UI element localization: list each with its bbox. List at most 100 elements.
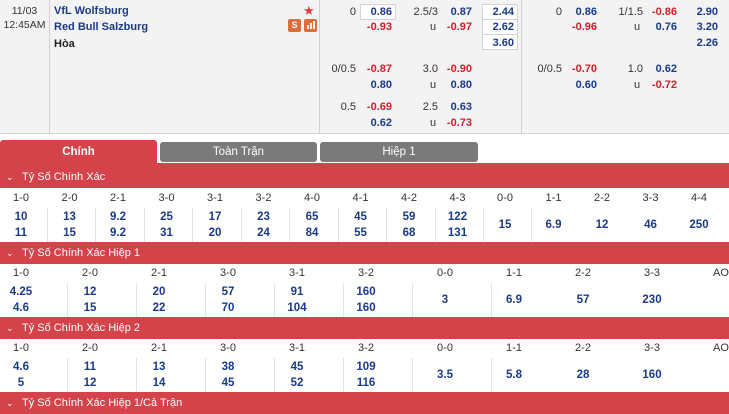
odds-draw[interactable]: 5.8 — [489, 369, 539, 381]
odds-value[interactable]: 0.62 — [645, 63, 677, 75]
odds-home[interactable]: 12 — [65, 286, 115, 298]
section-header-correct-score-h1[interactable]: ⌄ Tỷ Số Chính Xác Hiệp 1 — [0, 242, 729, 264]
odds-draw[interactable]: 57 — [558, 294, 608, 306]
odds-home[interactable]: 160 — [341, 286, 391, 298]
odds-home[interactable]: 20 — [134, 286, 184, 298]
odds-value[interactable]: -0.93 — [360, 21, 392, 33]
odds-home[interactable]: 11 — [65, 361, 115, 373]
odds-away[interactable]: 31 — [142, 227, 192, 239]
odds-home[interactable]: 10 — [0, 211, 46, 223]
odds-away[interactable]: 70 — [203, 302, 253, 314]
odds-value[interactable]: 0.62 — [360, 117, 392, 129]
odds-away[interactable]: 14 — [134, 377, 184, 389]
section-header-correct-score[interactable]: ⌄ Tỷ Số Chính Xác — [0, 166, 729, 188]
odds-away[interactable]: 68 — [384, 227, 434, 239]
odds-away[interactable]: 5 — [0, 377, 46, 389]
odds-value[interactable]: 2.26 — [686, 37, 718, 49]
odds-value[interactable]: -0.87 — [360, 63, 392, 75]
odds-away[interactable]: 15 — [65, 302, 115, 314]
odds-away[interactable]: 20 — [190, 227, 240, 239]
tab-main[interactable]: Chính — [0, 140, 157, 164]
odds-value[interactable]: 0.63 — [440, 101, 472, 113]
odds-home[interactable]: 4.25 — [0, 286, 46, 298]
odds-draw[interactable]: 12 — [577, 219, 627, 231]
odds-home[interactable]: 122 — [433, 211, 483, 223]
odds-value[interactable]: 2.44 — [482, 6, 514, 18]
favorite-star-icon[interactable]: ★ — [303, 3, 315, 19]
odds-away[interactable]: 4.6 — [0, 302, 46, 314]
home-team[interactable]: VfL Wolfsburg — [54, 5, 129, 17]
odds-away[interactable]: 15 — [45, 227, 95, 239]
odds-home[interactable]: 17 — [190, 211, 240, 223]
score-header-row: 1-0 2-0 2-1 3-0 3-1 3-2 4-0 4-1 4-2 4-3 0-0 1-1 2-2 3… — [0, 189, 729, 209]
odds-draw[interactable]: 46 — [626, 219, 676, 231]
stats-s-icon[interactable]: S — [288, 19, 301, 32]
odds-value[interactable]: -0.97 — [440, 21, 472, 33]
odds-value[interactable]: -0.86 — [645, 6, 677, 18]
odds-value[interactable]: -0.90 — [440, 63, 472, 75]
odds-home[interactable]: 65 — [287, 211, 337, 223]
tab-full-match[interactable]: Toàn Trận — [160, 142, 317, 162]
odds-draw[interactable]: 250 — [674, 219, 724, 231]
odds-value[interactable]: 0.76 — [645, 21, 677, 33]
odds-away[interactable]: 11 — [0, 227, 46, 239]
odds-value[interactable]: 3.20 — [686, 21, 718, 33]
odds-value[interactable]: 0.60 — [565, 79, 597, 91]
odds-away[interactable]: 116 — [341, 377, 391, 389]
chart-icon[interactable] — [304, 19, 317, 32]
odds-home[interactable]: 45 — [336, 211, 386, 223]
odds-draw[interactable]: 28 — [558, 369, 608, 381]
odds-value[interactable]: 0.80 — [360, 79, 392, 91]
odds-draw[interactable]: 230 — [627, 294, 677, 306]
score-header: 3-3 — [644, 267, 660, 279]
odds-value[interactable]: 0.86 — [360, 6, 392, 18]
odds-value[interactable]: -0.96 — [565, 21, 597, 33]
odds-home[interactable]: 59 — [384, 211, 434, 223]
odds-value[interactable]: -0.69 — [360, 101, 392, 113]
odds-value[interactable]: 2.90 — [686, 6, 718, 18]
odds-value[interactable]: -0.72 — [645, 79, 677, 91]
odds-home[interactable]: 91 — [272, 286, 322, 298]
odds-away[interactable]: 84 — [287, 227, 337, 239]
odds-draw[interactable]: 15 — [480, 219, 530, 231]
odds-value[interactable]: 0.87 — [440, 6, 472, 18]
odds-away[interactable]: 52 — [272, 377, 322, 389]
odds-home[interactable]: 23 — [239, 211, 289, 223]
odds-draw[interactable]: 3.5 — [420, 369, 470, 381]
odds-value[interactable]: -0.73 — [440, 117, 472, 129]
section-header-correct-score-h2[interactable]: ⌄ Tỷ Số Chính Xác Hiệp 2 — [0, 317, 729, 339]
odds-home[interactable]: 45 — [272, 361, 322, 373]
under-label: u — [634, 21, 641, 33]
odds-value[interactable]: 2.62 — [482, 21, 514, 33]
odds-home[interactable]: 13 — [134, 361, 184, 373]
odds-home[interactable]: 9.2 — [93, 211, 143, 223]
odds-away[interactable]: 9.2 — [93, 227, 143, 239]
tab-half-1[interactable]: Hiệp 1 — [320, 142, 478, 162]
score-header: 1-1 — [545, 192, 562, 204]
odds-away[interactable]: 131 — [433, 227, 483, 239]
odds-value[interactable]: 0.86 — [565, 6, 597, 18]
odds-away[interactable]: 12 — [65, 377, 115, 389]
away-team[interactable]: Red Bull Salzburg — [54, 21, 148, 33]
section-title: Tỷ Số Chính Xác Hiệp 1/Cả Trận — [22, 397, 183, 409]
odds-draw[interactable]: 6.9 — [489, 294, 539, 306]
odds-away[interactable]: 160 — [341, 302, 391, 314]
odds-away[interactable]: 45 — [203, 377, 253, 389]
odds-home[interactable]: 25 — [142, 211, 192, 223]
section-header-correct-score-h1-ft[interactable]: ⌄ Tỷ Số Chính Xác Hiệp 1/Cả Trận — [0, 392, 729, 414]
odds-draw[interactable]: 3 — [420, 294, 470, 306]
odds-home[interactable]: 109 — [341, 361, 391, 373]
odds-away[interactable]: 104 — [272, 302, 322, 314]
odds-value[interactable]: -0.70 — [565, 63, 597, 75]
odds-value[interactable]: 0.80 — [440, 79, 472, 91]
odds-value[interactable]: 3.60 — [482, 37, 514, 49]
odds-away[interactable]: 55 — [336, 227, 386, 239]
odds-draw[interactable]: 6.9 — [529, 219, 579, 231]
odds-home[interactable]: 4.6 — [0, 361, 46, 373]
odds-away[interactable]: 22 — [134, 302, 184, 314]
odds-home[interactable]: 57 — [203, 286, 253, 298]
odds-away[interactable]: 24 — [239, 227, 289, 239]
odds-home[interactable]: 38 — [203, 361, 253, 373]
odds-home[interactable]: 13 — [45, 211, 95, 223]
odds-draw[interactable]: 160 — [627, 369, 677, 381]
